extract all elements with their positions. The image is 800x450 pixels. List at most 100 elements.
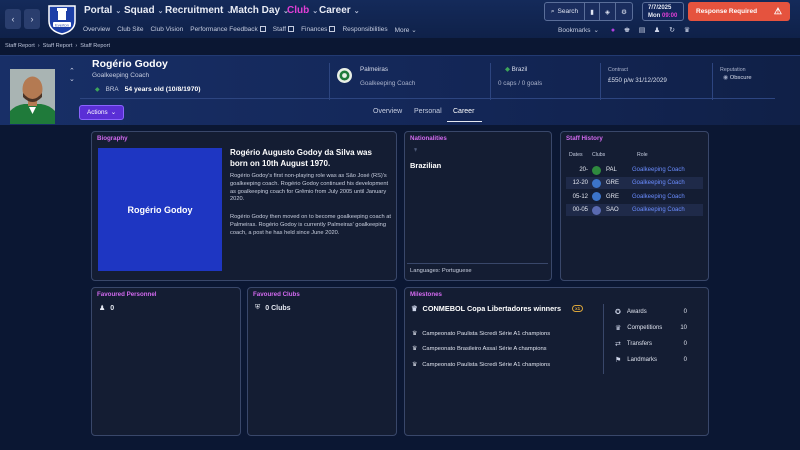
subnav-club-vision[interactable]: Club Vision <box>150 26 183 34</box>
staff-info-row: ◆ BRA 54 years old (10/8/1970) <box>95 86 201 93</box>
forward-button[interactable]: › <box>24 9 40 29</box>
club-crest-icon[interactable]: Everton <box>47 3 77 35</box>
bookmarks-label: Bookmarks <box>558 26 591 34</box>
subnav-performance-feedback[interactable]: Performance Feedback <box>190 26 266 34</box>
staff-role: Goalkeeping Coach <box>92 72 150 79</box>
divider <box>329 63 330 100</box>
award-icon: ✪ <box>615 309 621 316</box>
people-icon[interactable]: ♟ <box>651 24 663 36</box>
trophy-icon[interactable]: ♛ <box>681 24 693 36</box>
tab-personal[interactable]: Personal <box>414 108 442 115</box>
date-text: 7/7/2025 <box>648 4 672 11</box>
reputation-value: ◉ Obscure <box>723 75 752 81</box>
languages: Languages: Portuguese <box>410 268 472 274</box>
tab-overview[interactable]: Overview <box>373 108 402 115</box>
stat-value: 0 <box>683 341 687 347</box>
history-dates: 05-12 <box>572 193 588 200</box>
subnav-staff[interactable]: Staff <box>273 26 295 34</box>
history-role[interactable]: Goalkeeping Coach <box>632 207 685 213</box>
response-required-button[interactable]: Response Required ⚠ <box>688 2 790 21</box>
nav-portal[interactable]: Portal ⌄ <box>84 5 121 16</box>
staff-history-row[interactable]: 05-12 GRE Goalkeeping Coach <box>566 191 703 203</box>
actions-button[interactable]: Actions ⌄ <box>79 105 124 120</box>
chevron-right-icon: › <box>75 43 78 49</box>
chevron-down-icon: ⌄ <box>353 7 360 15</box>
chevron-down-icon: ⌄ <box>312 7 319 15</box>
bookmarks-menu[interactable]: Bookmarks ⌄ <box>558 26 599 35</box>
stat-label: Transfers <box>626 341 652 347</box>
search-toolbar: ⌕ Search ▮ ◈ ⚙ <box>544 2 633 21</box>
breadcrumb-item[interactable]: Staff Report <box>5 43 35 49</box>
notepad-icon[interactable]: ▤ <box>636 24 648 36</box>
international-caps: 0 caps / 0 goals <box>498 80 543 87</box>
subnav-finances[interactable]: Finances <box>301 26 336 34</box>
breadcrumb-item: Staff Report <box>80 43 110 49</box>
club-shield-icon[interactable]: ◈ <box>600 3 616 20</box>
nav-squad[interactable]: Squad ⌄ <box>124 5 163 16</box>
chevron-down-icon[interactable]: ⌄ <box>69 75 75 83</box>
stat-landmarks: ⚑ Landmarks 0 <box>615 356 687 364</box>
staff-history-row[interactable]: 20- PAL Goalkeeping Coach <box>566 164 703 176</box>
chevron-up-icon[interactable]: ⌃ <box>69 67 75 75</box>
history-role[interactable]: Goalkeeping Coach <box>632 194 685 200</box>
palmeiras-badge-icon[interactable] <box>337 68 352 83</box>
current-club[interactable]: Palmeiras <box>360 66 388 73</box>
gear-icon[interactable]: ⚙ <box>616 3 632 20</box>
history-dates: 12-20 <box>572 180 588 187</box>
notebook-icon[interactable]: ▮ <box>585 3 600 20</box>
search-button[interactable]: ⌕ Search <box>545 3 585 20</box>
reputation-text: Obscure <box>729 75 752 81</box>
divider <box>407 263 548 264</box>
flag-icon: ⚑ <box>615 357 622 364</box>
nav-career[interactable]: Career ⌄ <box>319 5 360 16</box>
current-club-role: Goalkeeping Coach <box>360 80 416 87</box>
search-label: Search <box>557 8 579 15</box>
subnav-overview[interactable]: Overview <box>83 26 110 34</box>
milestone-count-badge: x1 <box>572 305 584 312</box>
main-milestone[interactable]: ♛ CONMEBOL Copa Libertadores winners x1 <box>411 304 584 313</box>
shirt-icon[interactable]: ♚ <box>621 24 633 36</box>
history-dates: 00-05 <box>572 207 588 214</box>
history-role[interactable]: Goalkeeping Coach <box>632 180 685 186</box>
brazil-flag-icon: ◆ <box>95 87 100 93</box>
staff-history-row[interactable]: 00-05 SAO Goalkeeping Coach <box>566 204 703 217</box>
trophy-icon: ♛ <box>412 331 418 337</box>
breadcrumb-item[interactable]: Staff Report <box>43 43 73 49</box>
trophy-icon: ♛ <box>412 362 418 368</box>
staff-history-row[interactable]: 12-20 GRE Goalkeeping Coach <box>566 177 703 190</box>
tab-career[interactable]: Career <box>453 108 474 115</box>
subnav-club-site[interactable]: Club Site <box>117 26 143 34</box>
sub-navigation: Overview Club Site Club Vision Performan… <box>83 26 417 34</box>
person-icon: ♟ <box>99 305 106 312</box>
trophy-icon: ♛ <box>615 325 622 332</box>
history-role[interactable]: Goalkeeping Coach <box>632 167 685 173</box>
game-date[interactable]: 7/7/2025 Mon 09:00 <box>642 2 684 21</box>
milestone-label: Campeonato Brasileiro Assaí Série A cham… <box>422 346 547 352</box>
brazil-flag-icon: ◆ <box>505 66 510 73</box>
active-tab-indicator <box>447 121 482 122</box>
nav-club[interactable]: Club ⌄ <box>287 5 318 16</box>
milestones-title: Milestones <box>410 291 442 298</box>
inbox-icon[interactable]: ● <box>607 24 619 36</box>
divider <box>490 63 491 100</box>
club-badge-icon <box>592 192 601 202</box>
back-button[interactable]: ‹ <box>5 9 21 29</box>
column-header-role: Role <box>637 152 648 158</box>
history-dates: 20- <box>579 167 588 173</box>
subnav-responsibilities[interactable]: Responsibilities <box>342 26 387 34</box>
milestone-item[interactable]: ♛ Campeonato Paulista Sicredi Série A1 ch… <box>412 331 550 337</box>
subnav-more[interactable]: More ⌄ <box>395 26 417 34</box>
chevron-down-icon: ⌄ <box>411 27 417 34</box>
favoured-clubs-title: Favoured Clubs <box>253 291 300 298</box>
refresh-icon[interactable]: ↻ <box>666 24 678 36</box>
nav-match-day[interactable]: Match Day ⌄ <box>230 5 289 16</box>
nav-recruitment[interactable]: Recruitment ⌄ <box>165 5 232 16</box>
milestone-item[interactable]: ♛ Campeonato Brasileiro Assaí Série A cha… <box>412 346 547 352</box>
nationality-value[interactable]: Brazilian <box>410 161 441 170</box>
milestone-item[interactable]: ♛ Campeonato Paulista Sicredi Série A1 ch… <box>412 362 550 368</box>
nationality-code: BRA <box>105 86 119 93</box>
history-club: PAL <box>606 167 617 173</box>
biography-headline: Rogério Augusto Godoy da Silva was born … <box>230 148 372 168</box>
main-milestone-label: CONMEBOL Copa Libertadores winners <box>422 304 562 313</box>
nav-match-day-label: Match Day <box>230 5 281 16</box>
